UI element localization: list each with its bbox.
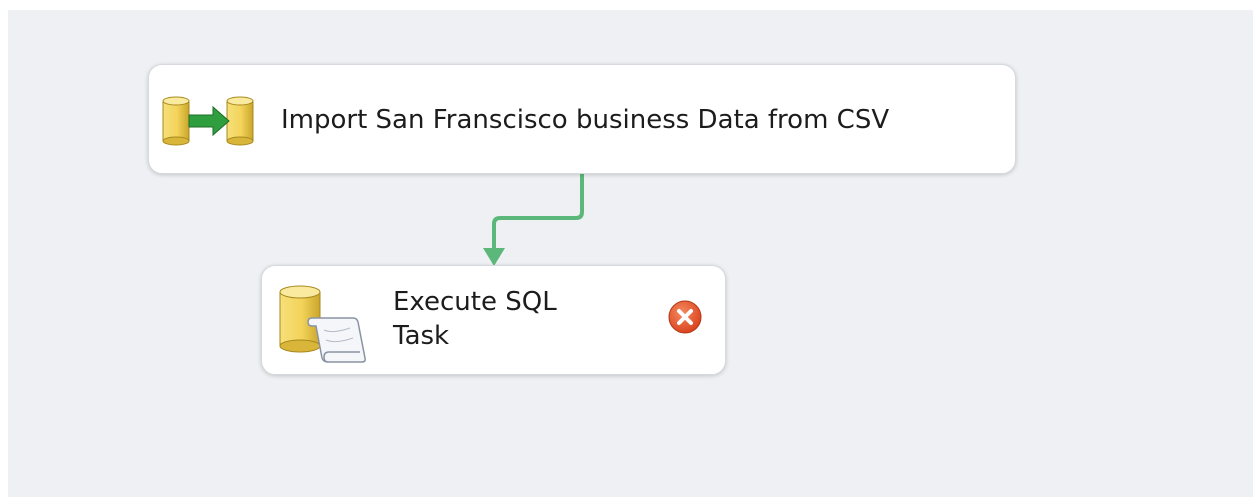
task-label-line2: Task: [393, 321, 450, 351]
task-label: Import San Franscisco business Data from…: [281, 105, 890, 135]
task-label-line1: Execute SQL: [393, 287, 557, 317]
connector-arrowhead: [483, 248, 505, 266]
data-flow-task-import[interactable]: Import San Franscisco business Data from…: [148, 64, 1016, 174]
data-flow-task-icon: [162, 96, 254, 146]
package-designer-canvas[interactable]: Import San Franscisco business Data from…: [8, 10, 1253, 497]
error-icon[interactable]: [667, 299, 703, 335]
connector-line[interactable]: [492, 174, 584, 250]
execute-sql-task[interactable]: Execute SQL Task: [261, 265, 726, 375]
execute-sql-task-icon: [279, 285, 366, 363]
task-label: Execute SQL Task: [393, 285, 593, 353]
